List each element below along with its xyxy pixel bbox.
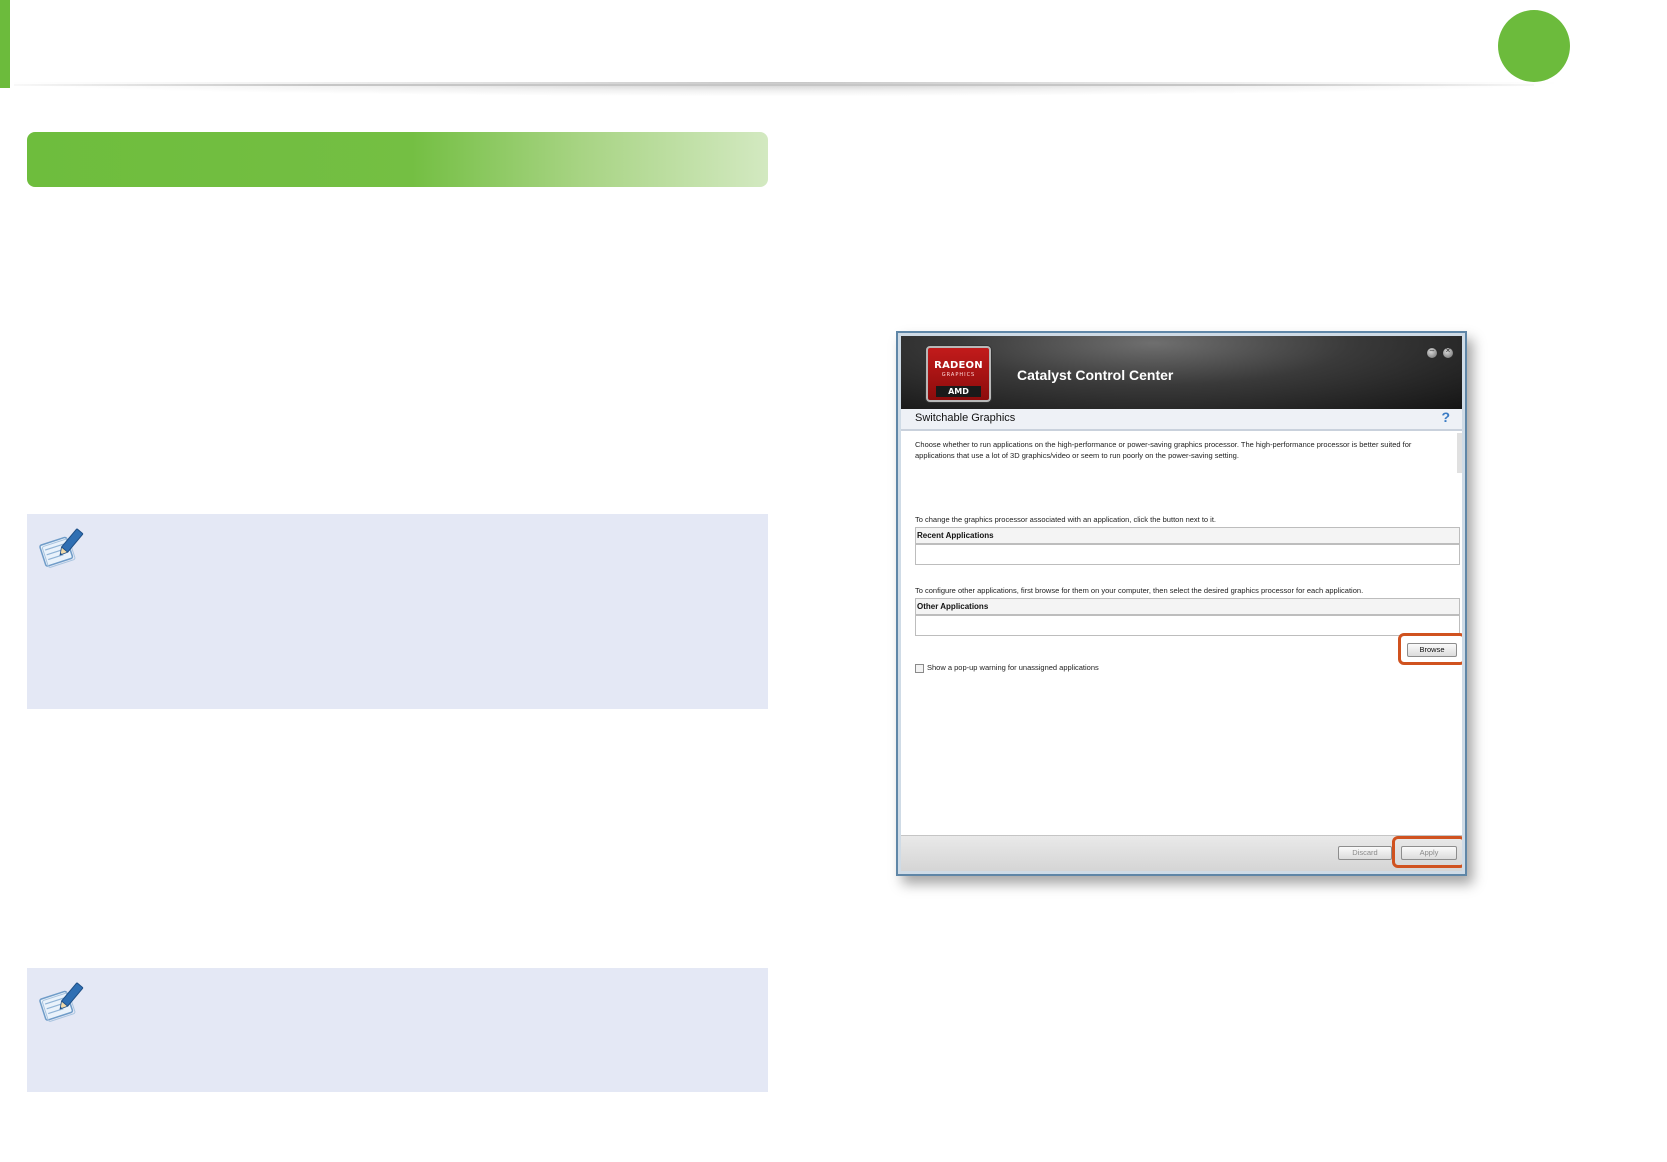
cc-description: Choose whether to run applications on th… bbox=[915, 440, 1412, 460]
minimize-icon[interactable]: – bbox=[1426, 346, 1438, 359]
other-applications-header: Other Applications bbox=[915, 598, 1460, 615]
note-box bbox=[27, 968, 768, 1092]
discard-button[interactable]: Discard bbox=[1338, 846, 1392, 860]
header-divider bbox=[14, 84, 1534, 86]
close-icon[interactable]: × bbox=[1442, 346, 1454, 359]
note-pencil-icon bbox=[39, 982, 84, 1022]
popup-warning-label: Show a pop-up warning for unassigned app… bbox=[927, 663, 1099, 672]
cc-page-title: Switchable Graphics bbox=[915, 412, 1016, 424]
amd-logo: AMD bbox=[936, 386, 981, 397]
other-applications-list[interactable] bbox=[915, 615, 1460, 636]
note-box bbox=[27, 514, 768, 709]
browse-button[interactable]: Browse bbox=[1407, 643, 1457, 657]
section-banner bbox=[27, 132, 768, 187]
cc-body: Choose whether to run applications on th… bbox=[901, 433, 1462, 835]
recent-applications-list[interactable] bbox=[915, 544, 1460, 565]
recent-applications-header: Recent Applications bbox=[915, 527, 1460, 544]
note-pencil-icon bbox=[39, 528, 84, 568]
scrollbar[interactable] bbox=[1457, 433, 1462, 473]
cc-window-title: Catalyst Control Center bbox=[1017, 367, 1174, 383]
popup-warning-checkbox[interactable] bbox=[915, 664, 924, 673]
cc-titlebar: RADEON GRAPHICS AMD Catalyst Control Cen… bbox=[901, 336, 1462, 409]
chapter-marker-circle bbox=[1498, 10, 1570, 82]
cc-window-content: RADEON GRAPHICS AMD Catalyst Control Cen… bbox=[901, 336, 1462, 871]
header-accent-bar bbox=[0, 0, 10, 88]
other-instruction: To configure other applications, first b… bbox=[915, 586, 1364, 595]
radeon-logo-sub: GRAPHICS bbox=[941, 372, 976, 378]
recent-instruction: To change the graphics processor associa… bbox=[915, 515, 1217, 524]
catalyst-control-center-window: RADEON GRAPHICS AMD Catalyst Control Cen… bbox=[896, 331, 1467, 876]
radeon-logo-brand: RADEON bbox=[934, 360, 983, 371]
cc-page-header: Switchable Graphics ? bbox=[901, 409, 1462, 431]
cc-footer: Discard Apply bbox=[901, 835, 1462, 871]
manual-page: RADEON GRAPHICS AMD Catalyst Control Cen… bbox=[0, 0, 1667, 1162]
radeon-logo: RADEON GRAPHICS AMD bbox=[926, 346, 991, 402]
help-icon[interactable]: ? bbox=[1441, 409, 1450, 425]
apply-button[interactable]: Apply bbox=[1401, 846, 1457, 860]
